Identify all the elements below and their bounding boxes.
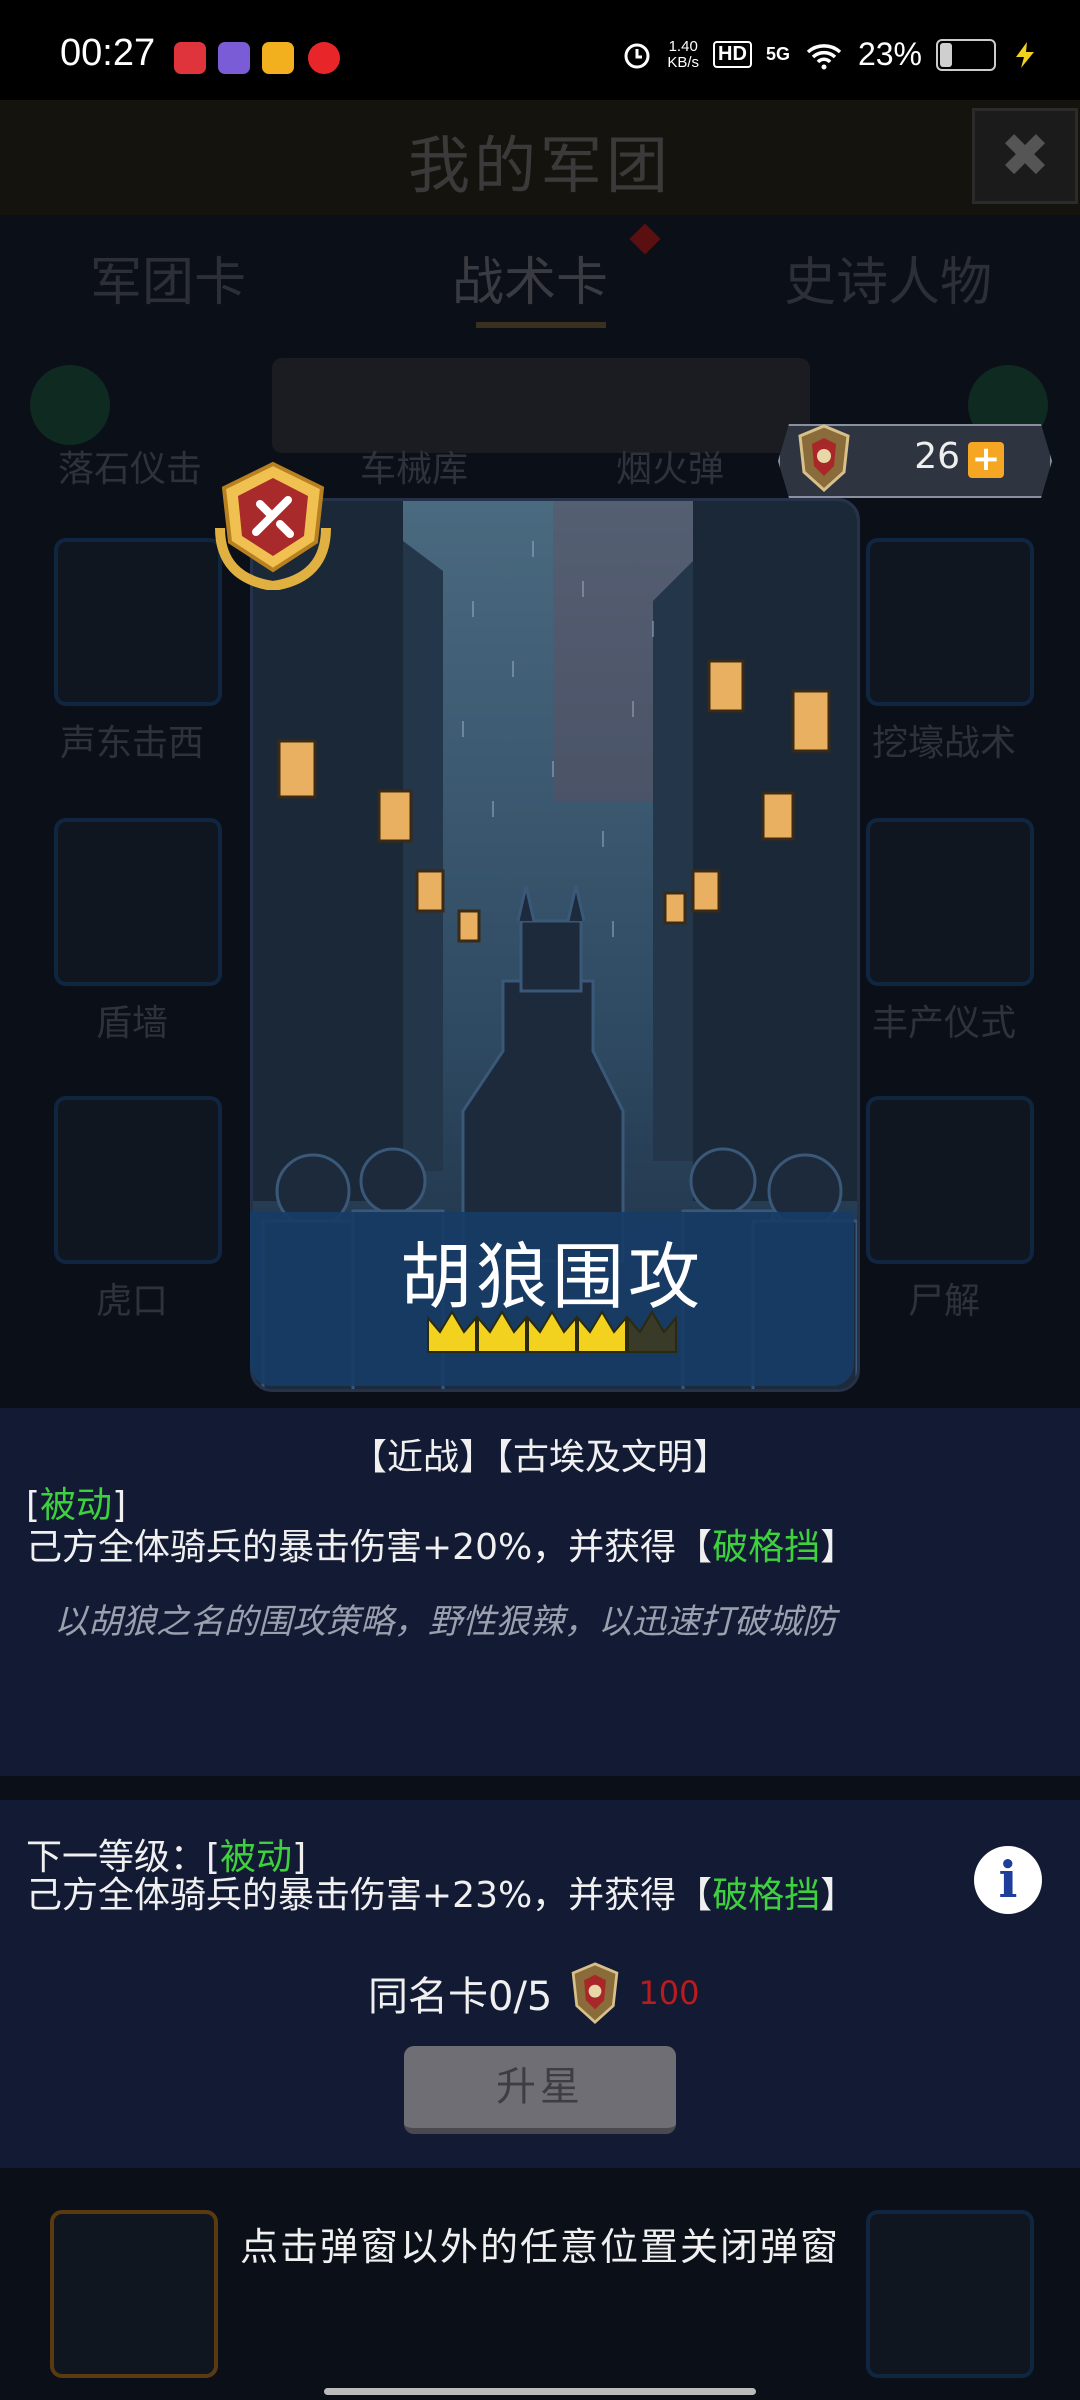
tab-tactic-cards[interactable]: 战术卡 [452, 240, 608, 315]
wifi-icon [806, 43, 842, 69]
bg-card-label: 烟火弹 [615, 449, 724, 490]
honor-emblem-icon [572, 1962, 619, 2025]
close-button[interactable]: ✖ [972, 108, 1078, 204]
charging-icon [1016, 41, 1034, 68]
bg-card-label: 虎口 [95, 1281, 168, 1322]
bg-card[interactable] [866, 538, 1034, 706]
current-effect: 己方全体骑兵的暴击伤害+20%，并获得【破格挡】 [26, 1527, 857, 1568]
flavor-text: 以胡狼之名的围攻策略，野性狠辣，以迅速打破城防 [54, 1602, 836, 1642]
crown-filled-icon [577, 1310, 627, 1353]
bg-card[interactable] [866, 1096, 1034, 1264]
honor-emblem-icon [798, 424, 850, 493]
tab-epic-characters[interactable]: 史诗人物 [784, 240, 992, 315]
clock: 00:27 [60, 32, 156, 74]
bg-card[interactable] [866, 818, 1034, 986]
buff-name: 破格挡 [712, 1527, 821, 1568]
alarm-icon [624, 43, 650, 68]
bg-card-label: 盾墙 [95, 1003, 168, 1044]
status-indicators: 1.40 KB/s HD 5G 23% [621, 36, 1040, 73]
net-speed: 1.40 KB/s [667, 37, 700, 71]
page-title: 我的军团 [407, 129, 672, 202]
duplicate-card-requirement: 同名卡0/5 100 [368, 1960, 699, 2026]
hd-badge: HD [713, 41, 752, 68]
crown-empty-icon [627, 1310, 677, 1353]
buff-name: 破格挡 [712, 1875, 821, 1916]
currency-value: 26 [914, 436, 960, 477]
bg-card-label: 声东击西 [59, 723, 204, 764]
close-hint: 点击弹窗以外的任意位置关闭弹窗 [239, 2225, 840, 2269]
notification-app-icon [218, 42, 250, 74]
crown-filled-icon [477, 1310, 527, 1353]
tactic-rank-badge-icon [215, 461, 331, 590]
signal-icon: 5G [765, 44, 790, 64]
add-currency-button[interactable]: + [968, 442, 1004, 478]
upgrade-star-button[interactable]: 升星 [404, 2046, 676, 2134]
card-tags: 【近战】【古埃及文明】 [350, 1437, 729, 1478]
notification-app-icon [174, 42, 206, 74]
crown-filled-icon [427, 1310, 477, 1353]
bg-card-label: 尸解 [907, 1281, 980, 1322]
battery-icon [936, 38, 996, 71]
menu-button[interactable] [30, 365, 110, 445]
bg-card[interactable] [54, 818, 222, 986]
next-level-effect: 己方全体骑兵的暴击伤害+23%，并获得【破格挡】 [26, 1875, 857, 1916]
tab-indicator [476, 322, 606, 328]
tab-legion-cards[interactable]: 军团卡 [90, 240, 246, 315]
upgrade-cost: 100 [638, 1974, 700, 2012]
bg-card-label: 丰产仪式 [871, 1003, 1016, 1044]
battery-percent: 23% [857, 36, 922, 72]
mail-icon [262, 42, 294, 74]
search-input[interactable] [272, 358, 810, 453]
info-button[interactable]: i [974, 1846, 1042, 1914]
bg-card[interactable] [54, 1096, 222, 1264]
bg-card[interactable] [54, 538, 222, 706]
duplicate-count: 同名卡0/5 [368, 1974, 553, 2020]
bg-card-label: 挖壕战术 [871, 723, 1016, 764]
music-app-icon [308, 42, 340, 74]
star-rating-crowns [427, 1310, 677, 1353]
crown-filled-icon [527, 1310, 577, 1353]
home-indicator[interactable] [324, 2388, 756, 2395]
